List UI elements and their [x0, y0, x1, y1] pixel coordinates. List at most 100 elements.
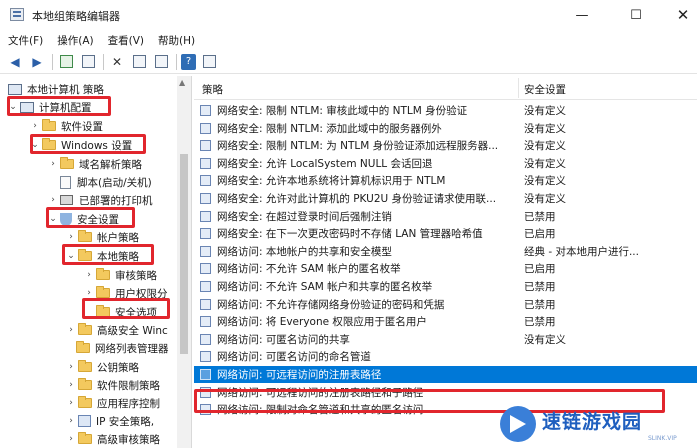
tree-scrollbar-thumb[interactable]	[180, 154, 188, 354]
policy-setting: 已启用	[524, 263, 556, 276]
chevron-right-icon[interactable]: ›	[66, 325, 76, 335]
policy-item-icon	[200, 228, 211, 240]
toolbar-divider	[52, 53, 53, 70]
tree-item-app-control[interactable]: › 应用程序控制	[66, 394, 160, 412]
help-icon[interactable]: ?	[181, 53, 196, 70]
policy-name: 网络安全: 限制 NTLM: 审核此域中的 NTLM 身份验证	[217, 105, 468, 117]
printer-icon	[60, 195, 73, 205]
table-row[interactable]: 网络访问: 将 Everyone 权限应用于匿名用户 已禁用	[194, 313, 697, 330]
highlight-windows-settings	[30, 134, 146, 154]
policy-setting: 没有定义	[524, 157, 566, 170]
toolbar-divider	[176, 53, 177, 70]
chevron-right-icon[interactable]: ›	[66, 380, 76, 390]
column-setting[interactable]: 安全设置	[524, 82, 566, 97]
table-row[interactable]: 网络安全: 允许 LocalSystem NULL 会话回退 没有定义	[194, 155, 697, 172]
column-header: 策略 安全设置	[194, 76, 697, 100]
tree-item-software-settings[interactable]: › 软件设置	[30, 117, 103, 135]
arrow-right-icon[interactable]: ▶	[28, 53, 46, 71]
menu-view[interactable]: 查看(V)	[108, 33, 144, 48]
policy-name: 网络安全: 限制 NTLM: 为 NTLM 身份验证添加远程服务器...	[217, 140, 499, 153]
column-policy[interactable]: 策略	[202, 82, 223, 97]
policy-name: 网络访问: 不允许存储网络身份验证的密码和凭据	[217, 298, 445, 311]
table-row[interactable]: 网络访问: 可匿名访问的命名管道	[194, 348, 697, 365]
table-row[interactable]: 网络访问: 不允许存储网络身份验证的密码和凭据 已禁用	[194, 296, 697, 313]
up-folder-icon[interactable]	[57, 53, 75, 71]
tree-item-advanced-firewall[interactable]: › 高级安全 Winc	[66, 321, 168, 339]
policy-setting: 没有定义	[524, 333, 566, 346]
chevron-right-icon[interactable]: ›	[48, 195, 58, 205]
properties-icon[interactable]	[130, 53, 148, 71]
policy-setting: 没有定义	[524, 140, 566, 153]
table-row[interactable]: 网络安全: 允许对此计算机的 PKU2U 身份验证请求使用联... 没有定义	[194, 190, 697, 207]
tree-item-label: 高级审核策略	[97, 433, 160, 446]
close-button[interactable]: ✕	[660, 0, 697, 30]
chevron-right-icon[interactable]: ›	[66, 398, 76, 408]
chevron-right-icon[interactable]: ›	[66, 362, 76, 372]
tree-scrollbar[interactable]: ▲	[177, 76, 191, 448]
policy-item-icon	[200, 105, 211, 116]
chevron-right-icon[interactable]: ›	[84, 288, 94, 298]
table-row[interactable]: 网络访问: 不允许 SAM 帐户和共享的匿名枚举 已禁用	[194, 278, 697, 295]
chevron-right-icon[interactable]: ›	[30, 121, 40, 131]
menu-action[interactable]: 操作(A)	[57, 33, 93, 48]
policy-name: 网络访问: 可匿名访问的共享	[217, 333, 350, 346]
chevron-right-icon[interactable]: ›	[84, 270, 94, 280]
policy-item-icon	[200, 281, 211, 292]
chevron-right-icon[interactable]: ›	[66, 434, 76, 444]
x-icon[interactable]: ✕	[108, 53, 126, 71]
action-pane-icon[interactable]	[200, 53, 218, 71]
tree-item-label: 网络列表管理器	[95, 342, 169, 355]
table-row[interactable]: 网络安全: 在超过登录时间后强制注销 已禁用	[194, 208, 697, 225]
table-row[interactable]: 网络安全: 允许本地系统将计算机标识用于 NTLM 没有定义	[194, 172, 697, 189]
menu-file[interactable]: 文件(F)	[8, 33, 43, 48]
policy-name: 网络访问: 不允许 SAM 帐户的匿名枚举	[217, 263, 401, 276]
scroll-up-icon[interactable]: ▲	[179, 78, 185, 87]
chevron-right-icon[interactable]: ›	[66, 416, 76, 426]
table-row[interactable]: 网络访问: 可远程访问的注册表路径	[194, 366, 697, 383]
tree-item-dns-policy[interactable]: › 域名解析策略	[48, 155, 142, 173]
folder-icon	[42, 119, 56, 131]
tree-item-software-restriction[interactable]: › 软件限制策略	[66, 376, 160, 394]
table-row[interactable]: 网络访问: 不允许 SAM 帐户的匿名枚举 已启用	[194, 260, 697, 277]
export-list-icon[interactable]	[152, 53, 170, 71]
menu-help[interactable]: 帮助(H)	[158, 33, 195, 48]
tree-item-label: IP 安全策略,	[96, 415, 155, 428]
chevron-right-icon[interactable]: ›	[66, 232, 76, 242]
tree-item-label: 软件限制策略	[97, 379, 160, 392]
arrow-left-icon[interactable]: ◀	[6, 53, 24, 71]
table-row[interactable]: 网络安全: 限制 NTLM: 添加此域中的服务器例外 没有定义	[194, 120, 697, 137]
maximize-button[interactable]: ☐	[613, 0, 659, 30]
tree-item-label: 脚本(启动/关机)	[77, 176, 152, 189]
policy-name: 网络安全: 在超过登录时间后强制注销	[217, 210, 392, 223]
policy-item-icon	[200, 157, 211, 169]
policy-setting: 已禁用	[524, 281, 556, 293]
chevron-right-icon[interactable]: ›	[48, 159, 58, 169]
table-row[interactable]: 网络安全: 限制 NTLM: 审核此域中的 NTLM 身份验证 没有定义	[194, 102, 697, 119]
tree-root-label: 本地计算机 策略	[27, 83, 104, 96]
tree-item-audit-policy[interactable]: › 审核策略	[84, 266, 157, 284]
tree-item-scripts[interactable]: 脚本(启动/关机)	[60, 173, 152, 191]
highlight-computer-config	[7, 96, 111, 116]
policy-setting: 没有定义	[524, 122, 566, 135]
tree-item-public-key[interactable]: › 公钥策略	[66, 358, 139, 376]
column-divider[interactable]	[518, 78, 519, 98]
table-row[interactable]: 网络访问: 本地帐户的共享和安全模型 经典 - 对本地用户进行...	[194, 243, 697, 260]
computer-policy-icon	[8, 83, 22, 95]
tree-item-network-list[interactable]: 网络列表管理器	[76, 339, 169, 357]
policy-item-icon	[200, 122, 211, 134]
policy-setting: 已禁用	[524, 298, 556, 311]
show-tree-icon[interactable]	[79, 53, 97, 71]
policy-setting: 已启用	[524, 228, 556, 241]
tree-item-advanced-audit[interactable]: › 高级审核策略	[66, 430, 160, 448]
table-row[interactable]: 网络安全: 限制 NTLM: 为 NTLM 身份验证添加远程服务器... 没有定义	[194, 137, 697, 154]
tree-item-label: 已部署的打印机	[79, 194, 153, 207]
table-row[interactable]: 网络访问: 可匿名访问的共享 没有定义	[194, 331, 697, 348]
minimize-button[interactable]: —	[559, 0, 605, 30]
watermark: 速链游戏园 SLINK.VIP	[498, 402, 697, 448]
table-row[interactable]: 网络安全: 在下一次更改密码时不存储 LAN 管理器哈希值 已启用	[194, 225, 697, 242]
tree-item-ip-security[interactable]: › IP 安全策略,	[66, 412, 154, 430]
policy-name: 网络访问: 可远程访问的注册表路径	[217, 369, 382, 381]
policy-setting: 没有定义	[524, 175, 566, 188]
tree-item-label: 审核策略	[115, 269, 157, 282]
script-icon	[60, 175, 71, 189]
